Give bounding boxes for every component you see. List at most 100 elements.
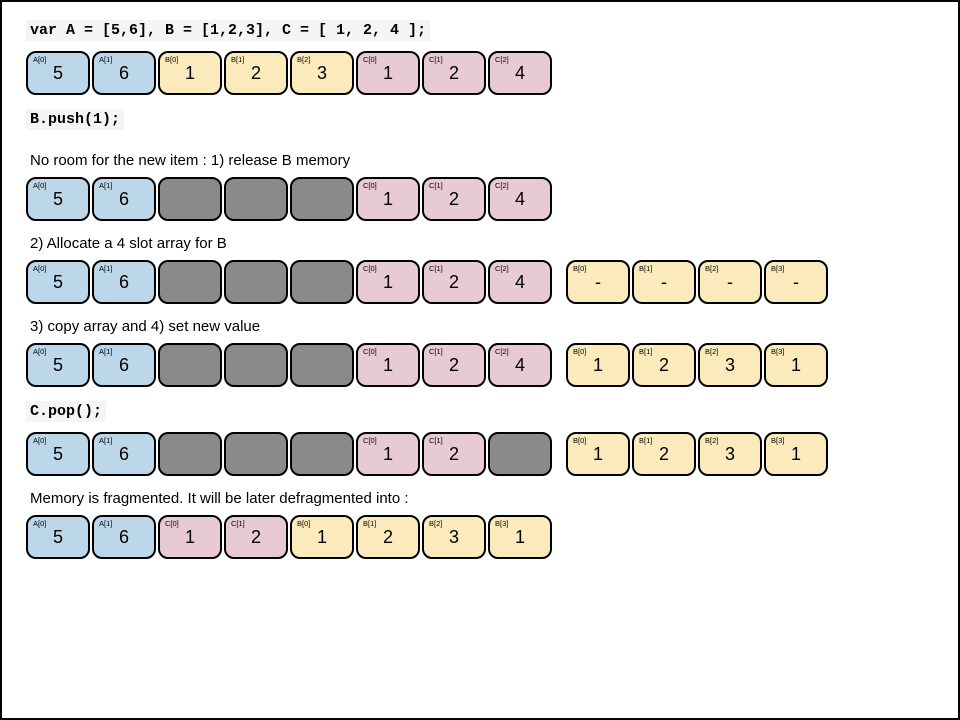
cell-value: 2 xyxy=(449,189,459,210)
memory-row-5: A[0]5A[1]6C[0]1C[1]2B[0]1B[1]2B[2]3B[3]1 xyxy=(26,432,934,476)
memory-cell xyxy=(224,343,288,387)
memory-cell: B[2] 3 xyxy=(290,51,354,95)
cell-value: 3 xyxy=(725,444,735,465)
memory-cell: B[2] 3 xyxy=(698,432,762,476)
memory-cell xyxy=(224,260,288,304)
cell-value: 1 xyxy=(383,189,393,210)
memory-cell: C[1] 2 xyxy=(422,177,486,221)
cell-value: 2 xyxy=(383,527,393,548)
cell-index-label: B[3] xyxy=(771,347,784,356)
cell-value: 1 xyxy=(317,527,327,548)
memory-cell: C[1]2 xyxy=(422,432,486,476)
cell-index-label: C[0] xyxy=(363,347,377,356)
memory-cell: B[2]3 xyxy=(422,515,486,559)
code-line-2: B.push(1); xyxy=(26,109,124,130)
cell-index-label: A[1] xyxy=(99,436,112,445)
cell-value: 2 xyxy=(251,527,261,548)
cell-value: 6 xyxy=(119,189,129,210)
memory-cell xyxy=(158,260,222,304)
memory-cell: B[1] 2 xyxy=(356,515,420,559)
cell-index-label: B[0] xyxy=(573,347,586,356)
cell-index-label: B[0] xyxy=(165,55,178,64)
cell-value: 6 xyxy=(119,63,129,84)
cell-index-label: C[1] xyxy=(429,55,443,64)
cell-value: - xyxy=(595,272,601,293)
cell-value: 4 xyxy=(515,63,525,84)
cell-value: 1 xyxy=(185,63,195,84)
cell-index-label: B[3] xyxy=(771,436,784,445)
cell-value: 3 xyxy=(725,355,735,376)
memory-cell xyxy=(158,432,222,476)
memory-cell xyxy=(158,343,222,387)
cell-index-label: B[1] xyxy=(231,55,244,64)
cell-index-label: B[1] xyxy=(639,347,652,356)
cell-value: 5 xyxy=(53,189,63,210)
memory-cell xyxy=(224,177,288,221)
cell-index-label: C[0] xyxy=(363,436,377,445)
cell-index-label: A[1] xyxy=(99,264,112,273)
cell-value: 2 xyxy=(449,63,459,84)
cell-index-label: B[1] xyxy=(639,436,652,445)
memory-cell: C[0]1 xyxy=(356,260,420,304)
memory-cell xyxy=(224,432,288,476)
diagram-canvas: var A = [5,6], B = [1,2,3], C = [ 1, 2, … xyxy=(2,2,958,591)
cell-index-label: A[1] xyxy=(99,55,112,64)
memory-cell: B[3]1 xyxy=(764,432,828,476)
memory-cell: B[1]2 xyxy=(224,51,288,95)
cell-index-label: C[0] xyxy=(165,519,179,528)
memory-cell: C[2] 4 xyxy=(488,51,552,95)
cell-index-label: C[2] xyxy=(495,55,509,64)
memory-cell: A[1]6 xyxy=(92,515,156,559)
memory-cell: A[0]5 xyxy=(26,51,90,95)
memory-row-1: A[0]5A[1]6B[0]1B[1]2B[2]3C[0]1C[1]2C[2]4 xyxy=(26,51,934,95)
memory-row-4: A[0]5A[1]6C[0]1C[1]2C[2]4B[0]1B[1]2B[2]3… xyxy=(26,343,934,387)
cell-index-label: A[0] xyxy=(33,181,46,190)
memory-cell xyxy=(290,432,354,476)
caption-3: 3) copy array and 4) set new value xyxy=(30,318,934,335)
cell-index-label: C[1] xyxy=(429,264,443,273)
caption-4: Memory is fragmented. It will be later d… xyxy=(30,490,934,507)
memory-cell: A[0]5 xyxy=(26,515,90,559)
memory-cell: A[0] 5 xyxy=(26,432,90,476)
cell-index-label: B[2] xyxy=(429,519,442,528)
memory-cell: B[0] 1 xyxy=(158,51,222,95)
memory-cell: C[2]4 xyxy=(488,260,552,304)
cell-index-label: B[2] xyxy=(297,55,310,64)
memory-cell: A[0]5 xyxy=(26,343,90,387)
cell-index-label: C[1] xyxy=(429,181,443,190)
memory-cell: C[1]2 xyxy=(422,260,486,304)
cell-value: 2 xyxy=(449,355,459,376)
cell-value: 4 xyxy=(515,272,525,293)
memory-cell: C[0] 1 xyxy=(158,515,222,559)
cell-value: 1 xyxy=(185,527,195,548)
memory-cell: A[0]5 xyxy=(26,260,90,304)
memory-cell xyxy=(488,432,552,476)
cell-index-label: C[1] xyxy=(429,347,443,356)
cell-index-label: A[0] xyxy=(33,436,46,445)
memory-cell xyxy=(290,343,354,387)
cell-index-label: B[0] xyxy=(573,436,586,445)
cell-index-label: A[0] xyxy=(33,347,46,356)
memory-cell: B[2]3 xyxy=(698,343,762,387)
cell-value: 3 xyxy=(317,63,327,84)
cell-value: 6 xyxy=(119,444,129,465)
memory-cell: A[1]6 xyxy=(92,177,156,221)
memory-cell: B[0]- xyxy=(566,260,630,304)
cell-index-label: B[0] xyxy=(573,264,586,273)
cell-index-label: B[3] xyxy=(771,264,784,273)
cell-index-label: B[1] xyxy=(363,519,376,528)
cell-index-label: B[1] xyxy=(639,264,652,273)
memory-cell: B[0] 1 xyxy=(566,343,630,387)
cell-value: 5 xyxy=(53,444,63,465)
cell-index-label: A[0] xyxy=(33,55,46,64)
cell-value: 1 xyxy=(593,355,603,376)
memory-row-2: A[0]5A[1]6C[0]1C[1]2C[2]4 xyxy=(26,177,934,221)
cell-value: 6 xyxy=(119,272,129,293)
memory-cell: C[0]1 xyxy=(356,177,420,221)
memory-cell: B[2]- xyxy=(698,260,762,304)
memory-cell xyxy=(158,177,222,221)
cell-index-label: A[0] xyxy=(33,519,46,528)
cell-index-label: B[2] xyxy=(705,436,718,445)
memory-cell: B[0]1 xyxy=(290,515,354,559)
cell-value: 1 xyxy=(383,355,393,376)
